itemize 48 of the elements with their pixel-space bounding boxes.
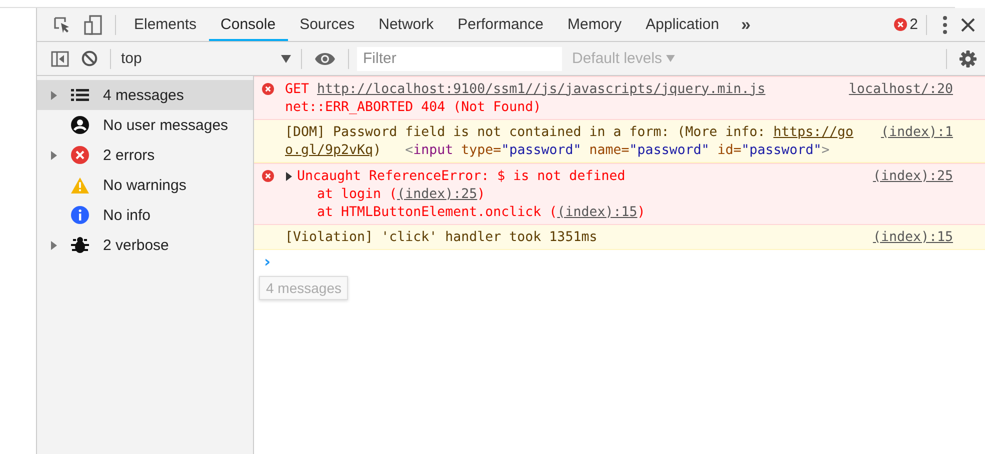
eye-icon[interactable]: [314, 52, 336, 66]
clear-icon[interactable]: [81, 50, 98, 67]
warning-icon: [71, 176, 89, 194]
device-icon[interactable]: [83, 14, 103, 34]
panel-tab[interactable]: Performance: [446, 8, 556, 41]
menu-icon[interactable]: [943, 16, 947, 34]
source-link[interactable]: (index):15: [866, 230, 953, 244]
error-icon: [262, 170, 274, 182]
source-link[interactable]: (index):1: [874, 124, 953, 140]
source-link[interactable]: (index):25: [866, 168, 953, 184]
message-text: net::ERR_ABORTED 404 (Not Found): [285, 100, 542, 114]
message-text: GET http://localhost:9100/ssm1//js/javascripts/jquery.min.js: [285, 82, 766, 96]
message-text: [DOM] Password field is not contained in a form: (More info: https://go: [285, 124, 854, 140]
panel-tab[interactable]: Application: [634, 8, 732, 41]
panel-tab[interactable]: Network: [366, 8, 446, 41]
sidebar-item[interactable]: No warnings: [37, 170, 253, 200]
error-icon: [262, 83, 274, 95]
context-select[interactable]: top: [117, 50, 295, 67]
sidebar-item[interactable]: 2 verbose: [37, 230, 253, 260]
sidebar-item[interactable]: 2 errors: [37, 140, 253, 170]
close-icon[interactable]: [961, 18, 975, 32]
list-icon: [71, 89, 89, 101]
user-icon: [71, 116, 89, 134]
info-icon: [71, 206, 89, 224]
sidebar-item[interactable]: No info: [37, 200, 253, 230]
message-text: o.gl/9p2vKq) <input type="password" name="password" id="password">: [285, 142, 830, 158]
error-icon: [71, 146, 89, 164]
message-text: at login ((index):25): [316, 186, 486, 202]
more-tabs-button[interactable]: »: [731, 14, 761, 34]
sidebar-item[interactable]: No user messages: [37, 110, 253, 140]
sidebar-item[interactable]: 4 messages: [37, 80, 253, 110]
sidebar-toggle-icon[interactable]: [51, 50, 69, 66]
inspect-icon[interactable]: [53, 16, 71, 34]
expand-icon[interactable]: [285, 172, 293, 180]
bug-icon: [71, 236, 89, 254]
filter-field[interactable]: Filter: [357, 46, 562, 70]
caret-icon[interactable]: [281, 54, 291, 62]
message-text: at HTMLButtonElement.onclick ((index):15): [316, 204, 646, 220]
error-count[interactable]: 2: [910, 16, 918, 33]
tooltip: 4 messages: [259, 276, 348, 300]
panel-tab[interactable]: Sources: [288, 8, 367, 41]
message-text: [Violation] 'click' handler took 1351ms: [285, 230, 598, 244]
panel-tab[interactable]: Memory: [556, 8, 634, 41]
settings-icon[interactable]: [959, 50, 977, 68]
message-text: Uncaught ReferenceError: $ is not defined: [297, 168, 626, 184]
panel-tab[interactable]: Elements: [122, 8, 209, 41]
error-icon: [894, 18, 907, 31]
source-link[interactable]: localhost/:20: [842, 82, 953, 96]
